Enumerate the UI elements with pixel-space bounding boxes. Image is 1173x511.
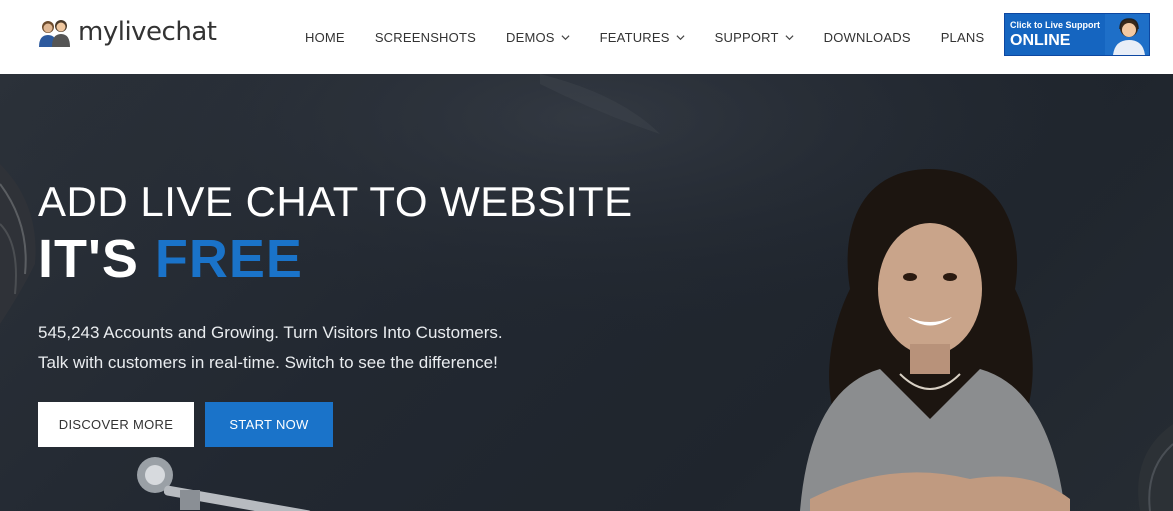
hero-tagline-highlight: FREE <box>154 229 303 289</box>
nav-item-plans[interactable]: PLANS <box>941 30 985 45</box>
nav-label: DOWNLOADS <box>823 29 911 45</box>
nav-item-home[interactable]: HOME <box>305 30 345 45</box>
nav-label: HOME <box>305 29 345 45</box>
nav-label: PLANS <box>940 29 985 45</box>
chevron-down-icon <box>561 34 570 40</box>
hero-headline: ADD LIVE CHAT TO WEBSITE <box>38 178 633 225</box>
site-logo[interactable]: mylivechat <box>36 16 217 48</box>
decorative-gear-illustration <box>137 457 313 511</box>
start-now-button[interactable]: START NOW <box>205 402 333 447</box>
nav-label: DEMOS <box>505 29 555 45</box>
nav-label: SCREENSHOTS <box>374 29 476 45</box>
logo-people-icon <box>39 20 70 47</box>
nav-item-features[interactable]: FEATURES <box>600 30 685 45</box>
discover-more-button[interactable]: DISCOVER MORE <box>38 402 194 447</box>
chevron-down-icon <box>785 34 794 40</box>
hero-subtitle-line2: Talk with customers in real-time. Switch… <box>38 353 498 372</box>
nav-item-support[interactable]: SUPPORT <box>715 30 794 45</box>
support-agent-icon <box>1105 14 1149 55</box>
hero-section: ADD LIVE CHAT TO WEBSITE IT'S FREE 545,2… <box>0 74 1173 511</box>
hero-tagline-text: IT'S <box>38 229 139 289</box>
smiling-woman-photo <box>800 169 1070 511</box>
live-support-badge[interactable]: Click to Live Support ONLINE <box>1004 13 1150 56</box>
top-navbar: mylivechat HOME SCREENSHOTS DEMOS FEATUR… <box>0 0 1173 75</box>
nav-item-screenshots[interactable]: SCREENSHOTS <box>375 30 476 45</box>
main-menu: HOME SCREENSHOTS DEMOS FEATURES SUPPORT … <box>290 0 999 74</box>
decorative-plant-right <box>1138 424 1173 511</box>
hero-subtitle-line1: 545,243 Accounts and Growing. Turn Visit… <box>38 323 503 342</box>
nav-label: FEATURES <box>599 29 670 45</box>
nav-item-demos[interactable]: DEMOS <box>506 30 570 45</box>
support-badge-status: ONLINE <box>1010 32 1071 49</box>
logo-text: mylivechat <box>78 17 217 47</box>
chevron-down-icon <box>676 34 685 40</box>
hero-subtitle: 545,243 Accounts and Growing. Turn Visit… <box>38 318 503 378</box>
nav-label: SUPPORT <box>714 29 779 45</box>
support-badge-caption: Click to Live Support <box>1010 20 1101 30</box>
nav-item-downloads[interactable]: DOWNLOADS <box>824 30 911 45</box>
hero-tagline: IT'S FREE <box>38 228 303 290</box>
